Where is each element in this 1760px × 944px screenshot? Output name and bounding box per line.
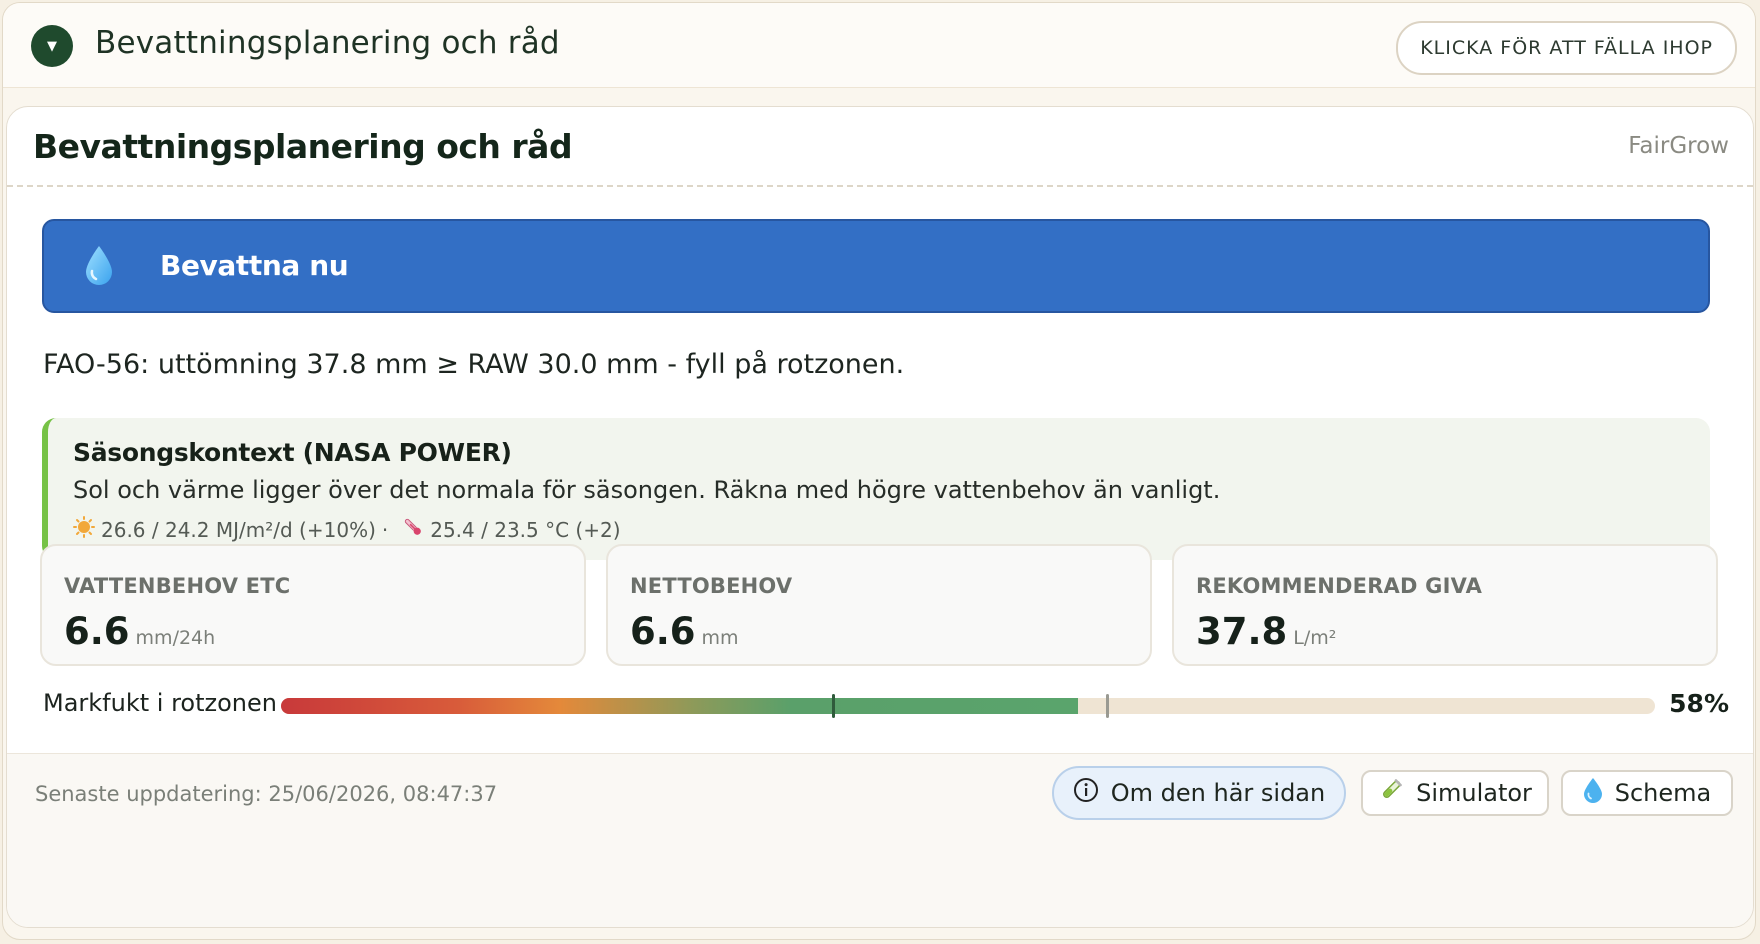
sun-icon	[73, 516, 95, 543]
metric-net-need: NETTOBEHOV 6.6 mm	[606, 544, 1152, 666]
thermometer-icon	[402, 516, 424, 543]
card-title: Bevattningsplanering och råd	[33, 127, 573, 166]
season-description: Sol och värme ligger över det normala fö…	[73, 476, 1221, 504]
section-title: Bevattningsplanering och råd	[95, 25, 560, 61]
irrigation-card: Bevattningsplanering och råd FairGrow Be…	[6, 106, 1754, 928]
metric-label: REKOMMENDERAD GIVA	[1196, 574, 1483, 598]
metric-label: VATTENBEHOV ETC	[64, 574, 291, 598]
section-header[interactable]: ▼ Bevattningsplanering och råd KLICKA FÖ…	[3, 3, 1755, 88]
metric-unit: mm/24h	[135, 627, 216, 649]
season-stats: 26.6 / 24.2 MJ/m²/d (+10%) · 25.4 / 23.5…	[73, 516, 621, 543]
soil-moisture-label: Markfukt i rotzonen	[43, 689, 277, 717]
simulator-label: Simulator	[1416, 779, 1532, 807]
metric-value: 6.6	[630, 610, 696, 653]
metric-value: 6.6	[64, 610, 130, 653]
brand-label: FairGrow	[1628, 133, 1729, 159]
metric-value: 37.8	[1196, 610, 1288, 653]
threshold-marker-target	[1105, 694, 1109, 718]
metric-etc: VATTENBEHOV ETC 6.6 mm/24h	[40, 544, 586, 666]
water-drop-icon	[1583, 777, 1603, 809]
schedule-button[interactable]: Schema	[1561, 770, 1733, 816]
temperature-value: 25.4 / 23.5 °C (+2)	[430, 517, 621, 542]
season-title: Säsongskontext (NASA POWER)	[73, 438, 512, 467]
collapse-button[interactable]: KLICKA FÖR ATT FÄLLA IHOP	[1396, 21, 1737, 75]
separator: ·	[381, 517, 389, 542]
soil-moisture-percent: 58%	[1669, 689, 1729, 718]
water-drop-icon	[84, 245, 114, 291]
radiation-value: 26.6 / 24.2 MJ/m²/d (+10%)	[101, 517, 376, 542]
widget-frame: ▼ Bevattningsplanering och råd KLICKA FÖ…	[2, 2, 1756, 940]
about-page-button[interactable]: Om den här sidan	[1052, 766, 1346, 820]
about-label: Om den här sidan	[1110, 779, 1326, 807]
schedule-label: Schema	[1614, 779, 1712, 807]
threshold-marker-raw	[832, 694, 836, 718]
season-context-box: Säsongskontext (NASA POWER) Sol och värm…	[42, 418, 1710, 560]
info-icon	[1073, 777, 1099, 809]
soil-moisture-fill	[281, 698, 1078, 714]
fao-explanation: FAO-56: uttömning 37.8 mm ≥ RAW 30.0 mm …	[43, 349, 905, 380]
simulator-button[interactable]: Simulator	[1361, 770, 1549, 816]
irrigate-now-banner: Bevattna nu	[42, 219, 1710, 313]
chevron-down-icon: ▼	[47, 38, 57, 54]
soil-moisture-bar	[281, 698, 1655, 714]
metric-unit: mm	[701, 627, 739, 649]
metric-recommended-dose: REKOMMENDERAD GIVA 37.8 L/m²	[1172, 544, 1718, 666]
banner-text: Bevattna nu	[160, 249, 349, 282]
last-updated: Senaste uppdatering: 25/06/2026, 08:47:3…	[35, 782, 498, 806]
test-tube-icon	[1378, 777, 1404, 809]
card-header: Bevattningsplanering och råd FairGrow	[7, 107, 1753, 187]
card-footer: Senaste uppdatering: 25/06/2026, 08:47:3…	[7, 753, 1753, 927]
collapse-toggle-button[interactable]: ▼	[31, 25, 73, 67]
metric-label: NETTOBEHOV	[630, 574, 793, 598]
metric-unit: L/m²	[1293, 627, 1337, 649]
